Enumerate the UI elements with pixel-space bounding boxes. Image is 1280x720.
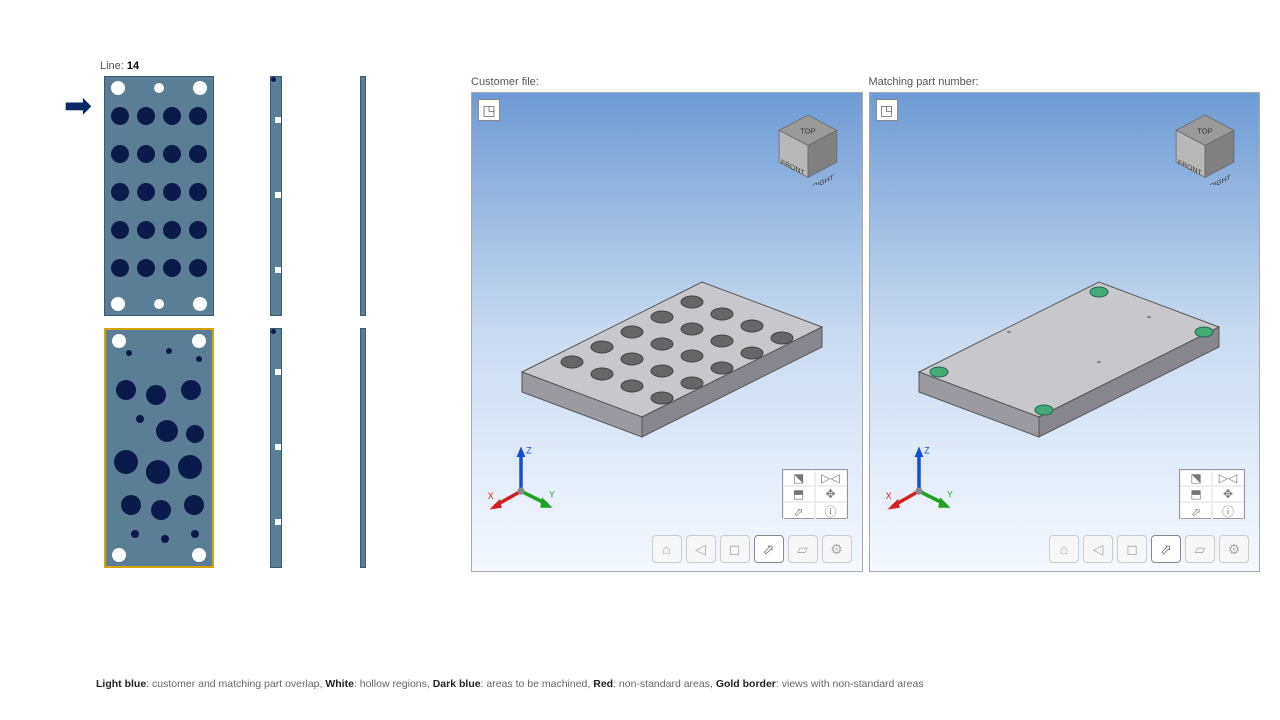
svg-text:Z: Z [526, 446, 532, 456]
info-icon[interactable]: ⓘ [815, 502, 847, 521]
side-view-2b[interactable] [360, 328, 366, 568]
comparison-row-1[interactable]: ➡ [60, 76, 455, 316]
ortho-view-icon[interactable]: ⬒ [1180, 486, 1212, 502]
svg-text:Y: Y [947, 489, 953, 499]
top-view-1[interactable] [104, 76, 214, 316]
cursor-icon[interactable]: ⬀ [1180, 502, 1212, 521]
home-button[interactable]: ⌂ [652, 535, 682, 563]
view-cube[interactable]: TOP FRONT RIGHT [1167, 109, 1243, 185]
svg-text:Z: Z [924, 446, 930, 456]
select-button[interactable]: ⬀ [1151, 535, 1181, 563]
expand-icon[interactable]: ◳ [478, 99, 500, 121]
matching-part-label: Matching part number: [869, 76, 1261, 88]
axis-triad: Z X Y [884, 443, 954, 513]
axis-triad: Z X Y [486, 443, 556, 513]
cursor-icon[interactable]: ⬀ [783, 502, 815, 521]
comparison-row-2[interactable] [60, 328, 455, 568]
mirror-icon[interactable]: ▷◁ [1212, 470, 1244, 486]
svg-text:RIGHT: RIGHT [1210, 172, 1232, 185]
settings-button[interactable]: ⚙ [1219, 535, 1249, 563]
select-button[interactable]: ⬀ [754, 535, 784, 563]
view-mode-grid[interactable]: ⬔ ▷◁ ⬒ ✥ ⬀ ⓘ [782, 469, 848, 519]
ortho-view-icon[interactable]: ⬒ [783, 486, 815, 502]
side-view-1a[interactable] [270, 76, 282, 316]
matching-part-model[interactable] [899, 232, 1229, 452]
customer-file-viewer[interactable]: ◳ TOP FRONT RIGHT [471, 92, 863, 572]
back-button[interactable]: ◁ [1083, 535, 1113, 563]
info-icon[interactable]: ⓘ [1212, 502, 1244, 521]
svg-text:X: X [488, 491, 494, 501]
svg-text:TOP: TOP [1197, 126, 1212, 135]
expand-icon[interactable]: ◳ [876, 99, 898, 121]
top-view-2[interactable] [104, 328, 214, 568]
matching-part-viewer[interactable]: ◳ TOP FRONT RIGHT [869, 92, 1261, 572]
pan-icon[interactable]: ✥ [1212, 486, 1244, 502]
cube-button[interactable]: ◻ [1117, 535, 1147, 563]
iso-view-icon[interactable]: ⬔ [1180, 470, 1212, 486]
home-button[interactable]: ⌂ [1049, 535, 1079, 563]
arrow-right-icon: ➡ [64, 89, 93, 123]
comparison-panel: ➡ [60, 76, 455, 572]
svg-text:RIGHT: RIGHT [812, 172, 834, 185]
svg-text:TOP: TOP [800, 126, 815, 135]
viewer-toolbar: ⌂ ◁ ◻ ⬀ ▱ ⚙ [1049, 535, 1249, 563]
side-view-1b[interactable] [360, 76, 366, 316]
customer-file-label: Customer file: [471, 76, 863, 88]
svg-text:Y: Y [549, 489, 555, 499]
pan-icon[interactable]: ✥ [815, 486, 847, 502]
mirror-icon[interactable]: ▷◁ [815, 470, 847, 486]
color-legend: Light blue: customer and matching part o… [96, 678, 924, 690]
iso-view-icon[interactable]: ⬔ [783, 470, 815, 486]
back-button[interactable]: ◁ [686, 535, 716, 563]
line-indicator: Line: 14 [100, 60, 1260, 72]
customer-part-model[interactable] [502, 232, 832, 452]
view-mode-grid[interactable]: ⬔ ▷◁ ⬒ ✥ ⬀ ⓘ [1179, 469, 1245, 519]
box-button[interactable]: ▱ [1185, 535, 1215, 563]
side-view-2a[interactable] [270, 328, 282, 568]
cube-button[interactable]: ◻ [720, 535, 750, 563]
viewer-toolbar: ⌂ ◁ ◻ ⬀ ▱ ⚙ [652, 535, 852, 563]
settings-button[interactable]: ⚙ [822, 535, 852, 563]
view-cube[interactable]: TOP FRONT RIGHT [770, 109, 846, 185]
svg-text:X: X [885, 491, 891, 501]
box-button[interactable]: ▱ [788, 535, 818, 563]
